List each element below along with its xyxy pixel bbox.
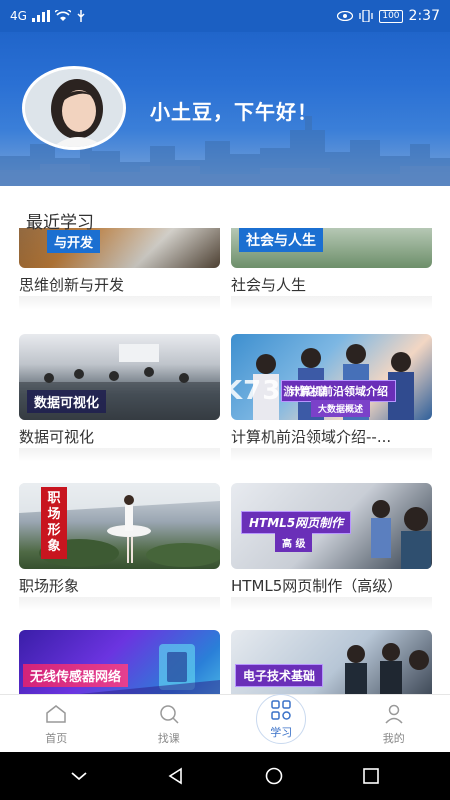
course-card[interactable]: HTML5网页制作 高 级 HTML5网页制作（高级） bbox=[231, 483, 432, 611]
course-card[interactable]: 职场形象 职场形象 bbox=[19, 483, 220, 611]
thumbnail-label: 无线传感器网络 bbox=[23, 664, 129, 687]
recent-learning-title: 最近学习 bbox=[26, 213, 94, 233]
greeting-text: 小土豆，下午好！ bbox=[150, 100, 318, 124]
tab-find-course-label: 找课 bbox=[157, 731, 180, 745]
battery-level: 100 bbox=[379, 9, 403, 23]
thumbnail-label: 电子技术基础 bbox=[235, 664, 324, 687]
signal-icon bbox=[31, 10, 50, 22]
app-screen: 小土豆，下午好！ 4G 100 2:37 最近学习 与开发 思维创新与开发 社会… bbox=[0, 0, 450, 800]
bottom-tab-bar: 首页 找课 学习 我的 bbox=[0, 693, 450, 752]
tab-study-active[interactable]: 学习 bbox=[256, 693, 307, 744]
thumbnail-label: 数据可视化 bbox=[27, 390, 107, 413]
status-bar: 4G 100 2:37 bbox=[0, 0, 450, 32]
home-icon bbox=[46, 704, 66, 723]
grid-icon bbox=[271, 699, 291, 720]
wifi-icon bbox=[54, 10, 71, 21]
course-name: 思维创新与开发 bbox=[19, 276, 125, 294]
course-thumbnail: 数据可视化 bbox=[19, 334, 220, 420]
course-thumbnail: 与开发 bbox=[19, 228, 220, 268]
clock: 2:37 bbox=[408, 8, 440, 24]
course-card[interactable]: 电子技术基础 bbox=[231, 630, 432, 694]
chevron-down-icon[interactable] bbox=[69, 766, 89, 786]
course-card[interactable]: 与开发 思维创新与开发 bbox=[19, 228, 220, 310]
thumbnail-label: 与开发 bbox=[47, 230, 101, 253]
tab-find-course[interactable]: 找课 bbox=[113, 695, 226, 752]
course-thumbnail: 职场形象 bbox=[19, 483, 220, 569]
course-name: 职场形象 bbox=[19, 577, 80, 595]
eye-icon bbox=[337, 11, 354, 21]
course-thumbnail: HTML5网页制作 高 级 bbox=[231, 483, 432, 569]
course-name: 数据可视化 bbox=[19, 428, 95, 446]
course-card[interactable]: 无线传感器网络 bbox=[19, 630, 220, 694]
course-name: 计算机前沿领域介绍--... bbox=[231, 428, 392, 446]
home-button-icon[interactable] bbox=[264, 766, 284, 786]
tab-mine-label: 我的 bbox=[382, 731, 405, 745]
course-name: 社会与人生 bbox=[231, 276, 307, 294]
system-navigation-bar bbox=[0, 752, 450, 800]
course-grid: 与开发 思维创新与开发 社会与人生 社会与人生 数据可视化 数据可视化 计算机前… bbox=[0, 228, 450, 694]
user-avatar[interactable] bbox=[22, 66, 126, 150]
tab-study-label: 学习 bbox=[270, 725, 293, 739]
recents-icon[interactable] bbox=[361, 766, 381, 786]
thumbnail-label: HTML5网页制作 bbox=[241, 511, 352, 534]
tab-mine[interactable]: 我的 bbox=[338, 695, 450, 752]
course-thumbnail: 社会与人生 bbox=[231, 228, 432, 268]
thumbnail-label: 职场形象 bbox=[41, 487, 67, 559]
thumbnail-sublabel: 高 级 bbox=[275, 533, 313, 552]
course-thumbnail: 无线传感器网络 bbox=[19, 630, 220, 694]
watermark-big: K73 bbox=[222, 376, 282, 406]
back-icon[interactable] bbox=[166, 766, 186, 786]
watermark-small: 游戏之家 bbox=[283, 385, 328, 398]
course-card[interactable]: 数据可视化 数据可视化 bbox=[19, 334, 220, 462]
vibrate-icon bbox=[359, 10, 374, 22]
watermark-logo: K73 游戏之家 bbox=[222, 376, 327, 406]
tab-home-label: 首页 bbox=[45, 731, 68, 745]
tab-study[interactable]: 学习 bbox=[225, 693, 338, 752]
search-icon bbox=[160, 704, 179, 724]
network-type: 4G bbox=[10, 9, 27, 23]
person-icon bbox=[385, 704, 403, 724]
course-card[interactable]: 社会与人生 社会与人生 bbox=[231, 228, 432, 310]
thumbnail-label: 社会与人生 bbox=[239, 228, 323, 252]
tab-home[interactable]: 首页 bbox=[0, 695, 113, 752]
course-thumbnail: 电子技术基础 bbox=[231, 630, 432, 694]
avatar-portrait-image bbox=[25, 69, 123, 147]
usb-icon bbox=[77, 10, 85, 22]
course-name: HTML5网页制作（高级） bbox=[231, 577, 403, 595]
